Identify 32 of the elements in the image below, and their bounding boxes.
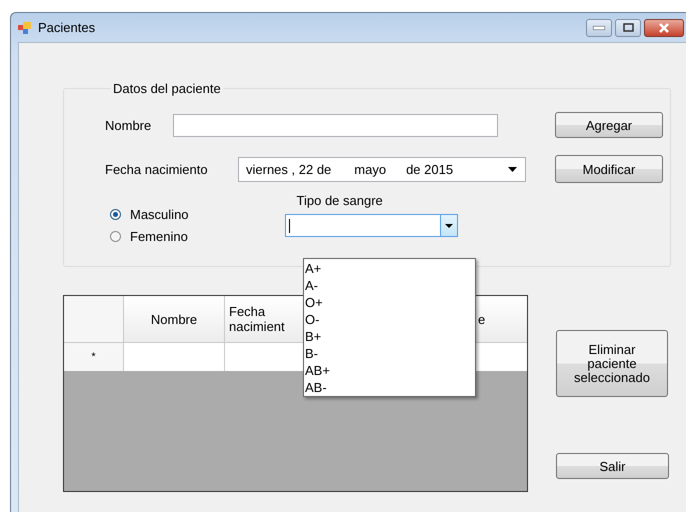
group-title: Datos del paciente bbox=[112, 81, 222, 96]
radio-button[interactable] bbox=[110, 231, 121, 242]
close-button[interactable] bbox=[644, 18, 684, 36]
radio-label: Masculino bbox=[130, 207, 189, 222]
maximize-icon bbox=[622, 23, 634, 32]
delete-patient-button[interactable]: Eliminar paciente seleccionado bbox=[556, 330, 668, 397]
dropdown-option[interactable]: A+ bbox=[304, 260, 475, 277]
radio-button[interactable] bbox=[110, 209, 121, 220]
dropdown-button[interactable] bbox=[440, 215, 457, 236]
blood-type-label: Tipo de sangre bbox=[296, 193, 384, 208]
app-icon bbox=[18, 20, 32, 34]
radio-label: Femenino bbox=[130, 229, 188, 244]
name-label: Nombre bbox=[105, 118, 152, 132]
minimize-button[interactable] bbox=[586, 18, 612, 36]
birth-date-label: Fecha nacimiento bbox=[105, 162, 209, 176]
caret-icon bbox=[508, 166, 517, 172]
close-icon bbox=[658, 22, 670, 32]
new-row-marker: * bbox=[64, 343, 124, 371]
dropdown-option[interactable]: B- bbox=[304, 345, 475, 362]
minimize-icon bbox=[593, 26, 605, 30]
date-picker[interactable]: viernes , 22 de mayo de 2015 bbox=[238, 156, 526, 182]
window-title: Pacientes bbox=[38, 20, 96, 35]
caret-icon bbox=[444, 224, 453, 228]
maximize-button[interactable] bbox=[615, 18, 641, 36]
dropdown-option[interactable]: A- bbox=[304, 277, 475, 294]
add-button[interactable]: Agregar bbox=[555, 112, 663, 138]
dropdown-option[interactable]: AB- bbox=[304, 379, 475, 396]
modify-button[interactable]: Modificar bbox=[555, 155, 663, 183]
column-header[interactable]: Nombre bbox=[124, 296, 225, 342]
exit-button[interactable]: Salir bbox=[556, 453, 669, 479]
name-field[interactable] bbox=[173, 114, 498, 136]
dropdown-option[interactable]: AB+ bbox=[304, 362, 475, 379]
